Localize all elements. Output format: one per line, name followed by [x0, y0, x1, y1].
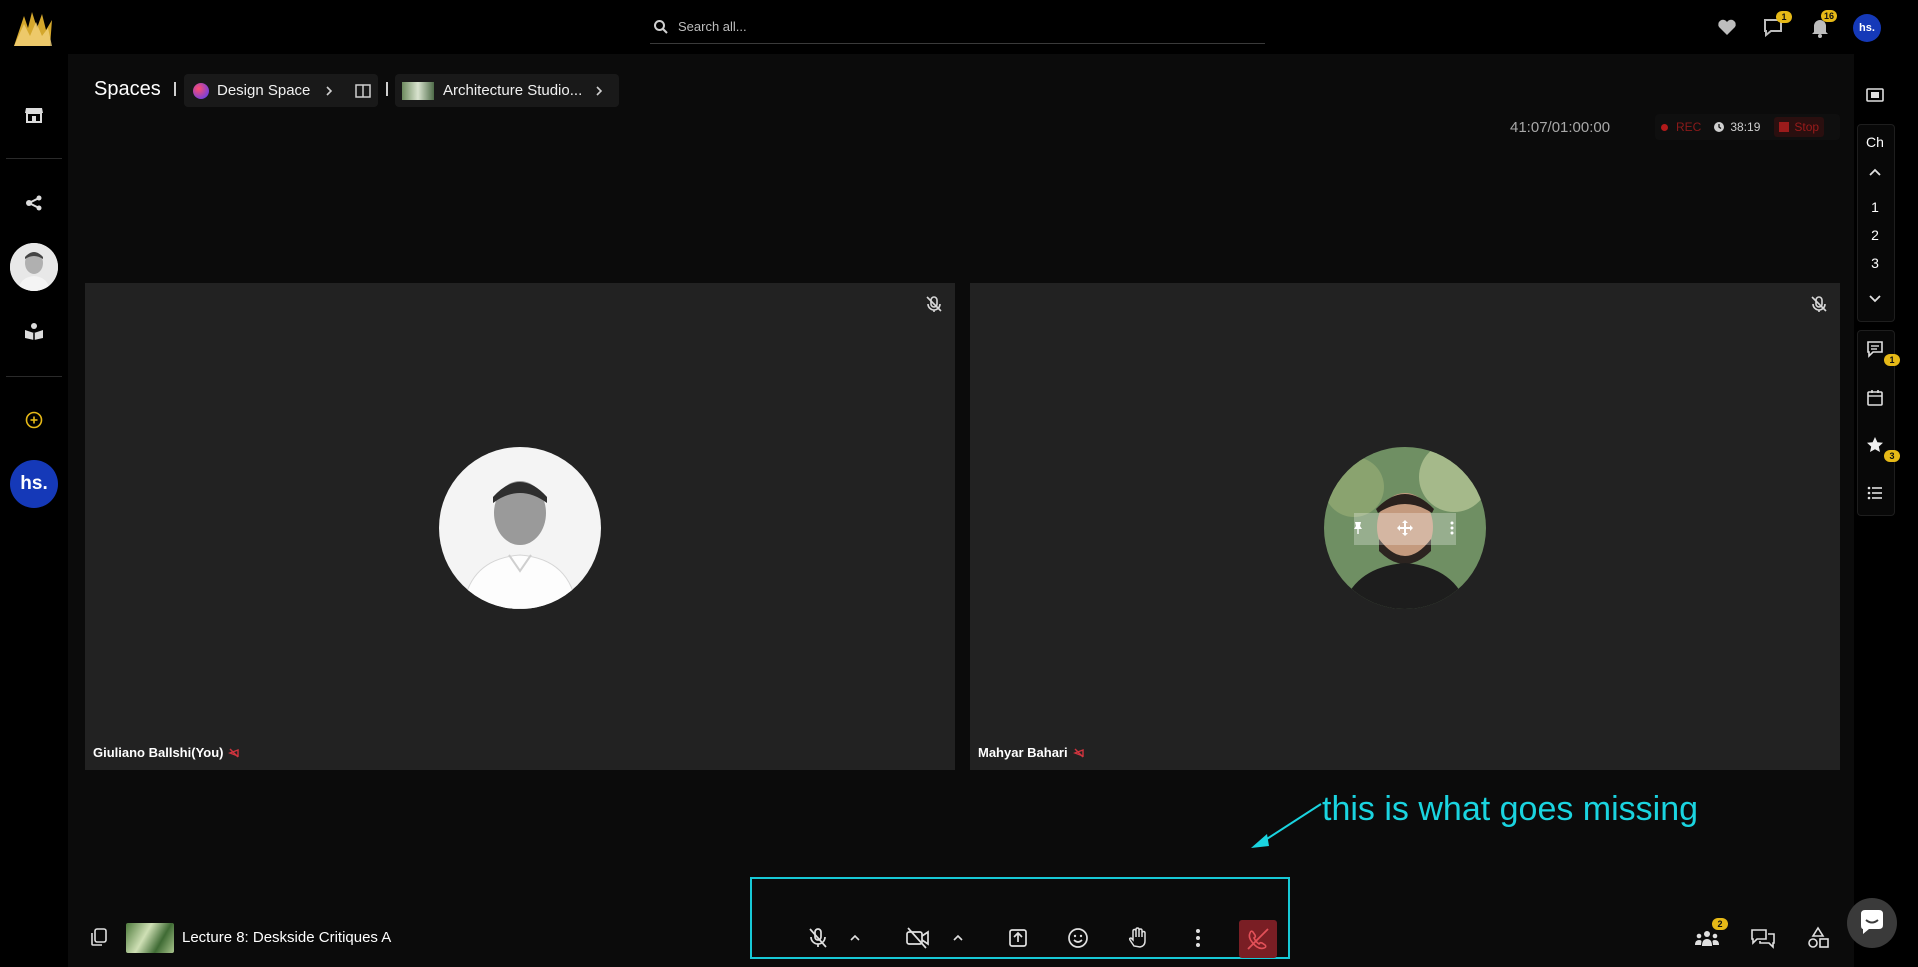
shapes-icon — [1808, 926, 1829, 948]
tile-more-icon[interactable] — [1446, 520, 1458, 536]
participant-name-tag: Mahyar Bahari — [978, 745, 1085, 760]
chevron-up-icon — [850, 934, 860, 941]
breadcrumb-course-label: Architecture Studio... — [443, 82, 583, 99]
space-logo-icon — [193, 82, 209, 99]
breadcrumb-separator — [174, 82, 176, 96]
recording-controls: REC 38:19 Stop — [1655, 114, 1840, 140]
mic-muted-icon — [1808, 293, 1830, 315]
heart-icon[interactable] — [1714, 14, 1740, 40]
whiteboard-button[interactable] — [1803, 923, 1833, 953]
support-chat-button[interactable] — [1847, 898, 1897, 948]
end-call-button[interactable] — [1239, 920, 1277, 958]
stop-label: Stop — [1794, 120, 1820, 134]
chevron-down-icon[interactable] — [1863, 286, 1887, 310]
course-thumbnail — [402, 81, 434, 100]
annotation-label: this is what goes missing — [1322, 790, 1699, 828]
camera-options-toggle[interactable] — [947, 923, 969, 953]
breadcrumb-space[interactable]: Design Space — [184, 74, 378, 107]
workspace-avatar[interactable]: hs. — [10, 460, 58, 508]
muted-indicator-icon — [228, 748, 240, 757]
search-icon — [652, 18, 670, 36]
stop-icon — [1779, 122, 1790, 132]
lecture-thumbnail — [126, 923, 174, 953]
favorites-button[interactable]: 3 — [1863, 433, 1900, 462]
search-input[interactable] — [676, 18, 1240, 35]
rail-divider — [6, 158, 62, 159]
notifications-button[interactable]: 16 — [1807, 10, 1837, 40]
mic-off-icon — [809, 928, 827, 948]
camera-toggle[interactable] — [903, 923, 933, 953]
participants-button[interactable]: 2 — [1692, 918, 1728, 953]
courses-icon[interactable] — [22, 319, 46, 343]
more-vertical-icon — [1196, 929, 1200, 947]
channel-3[interactable]: 3 — [1860, 255, 1890, 271]
session-timer: 41:07/01:00:00 — [1510, 119, 1611, 136]
list-icon[interactable] — [1863, 481, 1887, 505]
reactions-button[interactable] — [1063, 923, 1093, 953]
stop-recording-button[interactable]: Stop — [1774, 117, 1825, 137]
mic-muted-icon — [923, 293, 945, 315]
add-space-icon[interactable] — [22, 408, 46, 432]
channel-label: Ch — [1866, 134, 1884, 150]
muted-indicator-icon — [1072, 748, 1084, 757]
share-icon[interactable] — [22, 191, 46, 215]
channel-1[interactable]: 1 — [1860, 199, 1890, 215]
participant-avatar — [439, 447, 601, 609]
breadcrumb-space-label: Design Space — [217, 82, 311, 99]
rec-time: 38:19 — [1730, 120, 1761, 134]
share-screen-button[interactable] — [1003, 923, 1033, 953]
channel-2[interactable]: 2 — [1860, 227, 1890, 243]
rec-dot-icon — [1661, 123, 1668, 131]
chevron-up-icon — [953, 934, 963, 941]
global-search[interactable] — [650, 10, 1265, 44]
store-icon[interactable] — [22, 103, 46, 127]
profile-avatar[interactable] — [10, 243, 58, 291]
raise-hand-button[interactable] — [1123, 923, 1153, 953]
comments-button[interactable]: 1 — [1863, 337, 1900, 366]
lecture-title: Lecture 8: Deskside Critiques A — [182, 929, 392, 946]
mic-options-toggle[interactable] — [844, 923, 866, 953]
notifications-badge: 16 — [1821, 10, 1837, 22]
chevron-right-icon — [596, 85, 603, 96]
chat-button[interactable] — [1748, 923, 1778, 953]
hand-icon — [1128, 927, 1146, 948]
app-logo[interactable] — [10, 6, 56, 52]
messages-badge: 1 — [1776, 11, 1792, 23]
smile-icon — [1068, 928, 1088, 948]
phone-off-icon — [1247, 928, 1269, 950]
move-icon[interactable] — [1396, 519, 1414, 537]
chevron-right-icon — [326, 85, 333, 96]
copy-icon[interactable] — [88, 926, 110, 948]
rail-divider — [6, 376, 62, 377]
chat-icon — [1751, 929, 1775, 949]
share-screen-icon — [1009, 929, 1027, 947]
more-options-button[interactable] — [1183, 923, 1213, 953]
participant-name: Giuliano Ballshi(You) — [93, 745, 224, 760]
support-chat-icon — [1861, 910, 1883, 934]
calendar-icon[interactable] — [1863, 386, 1887, 410]
video-tile[interactable]: Giuliano Ballshi(You) — [85, 283, 955, 770]
panel-icon[interactable] — [354, 83, 372, 99]
participant-name: Mahyar Bahari — [978, 745, 1068, 760]
pin-icon[interactable] — [1350, 520, 1366, 536]
rec-label: REC — [1676, 120, 1702, 134]
favorites-badge: 3 — [1884, 450, 1900, 462]
participants-badge: 2 — [1712, 918, 1728, 930]
breadcrumb-spaces[interactable]: Spaces — [94, 78, 161, 101]
chevron-up-icon[interactable] — [1863, 161, 1887, 185]
participant-avatar — [1324, 447, 1486, 609]
camera-off-icon — [906, 927, 929, 949]
microphone-toggle[interactable] — [803, 923, 833, 953]
video-tile[interactable]: Mahyar Bahari — [970, 283, 1840, 770]
breadcrumb-course[interactable]: Architecture Studio... — [395, 74, 619, 107]
messages-button[interactable]: 1 — [1760, 11, 1792, 40]
user-avatar[interactable]: hs. — [1853, 14, 1881, 42]
clock-icon — [1714, 122, 1725, 132]
annotation-arrow — [1251, 803, 1322, 848]
breadcrumb-separator — [386, 82, 388, 96]
comments-badge: 1 — [1884, 354, 1900, 366]
participant-name-tag: Giuliano Ballshi(You) — [93, 745, 240, 760]
gallery-icon[interactable] — [1863, 83, 1887, 107]
